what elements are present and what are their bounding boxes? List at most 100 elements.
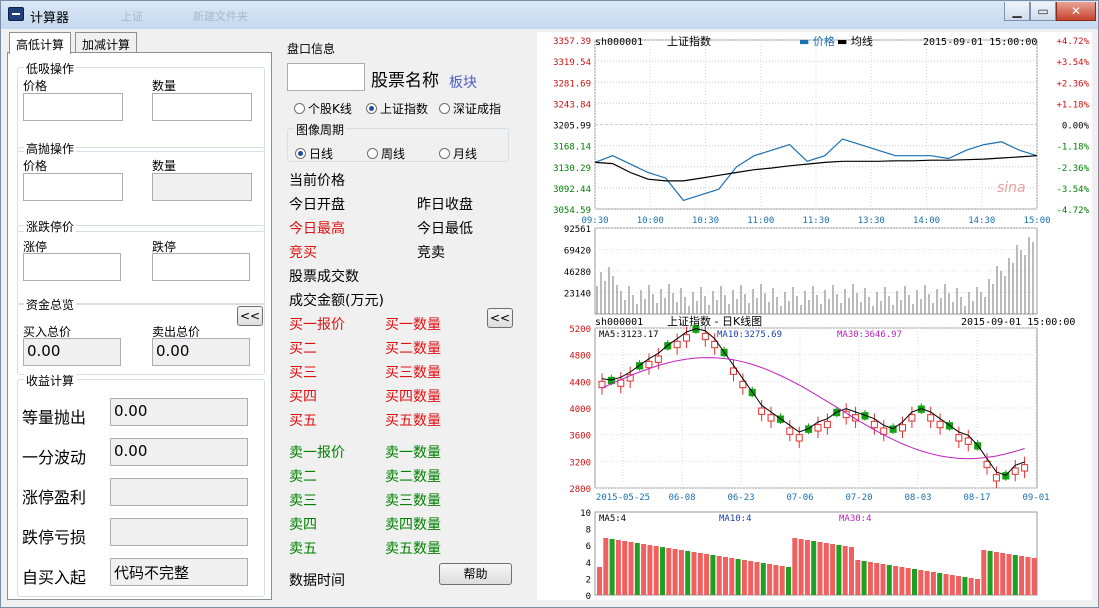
- stock-code-input[interactable]: [287, 63, 365, 91]
- candle: [795, 434, 803, 442]
- since-buy-label: 自买入起: [22, 568, 87, 587]
- tab-add-subtract[interactable]: 加减计算: [75, 32, 138, 53]
- ma-volume-bar: [849, 547, 854, 595]
- y-tick-label: 3205.99: [553, 122, 591, 132]
- kline-x-tick: 08-03: [904, 493, 931, 503]
- legend-price: ▬ 价格: [799, 34, 835, 48]
- ma-volume-bar: [823, 543, 829, 595]
- sell-price-label: 卖一报价: [289, 445, 345, 461]
- pct-tick-label: -4.72%: [1056, 206, 1089, 216]
- limit-down-field: [152, 253, 250, 281]
- ma-volume-bar: [603, 538, 609, 595]
- quote-panel: 盘口信息 股票名称 板块 个股K线 上证指数 深证成指 图像周期 日线 周线 月…: [279, 32, 531, 600]
- ma-volume-bar: [754, 562, 760, 595]
- ma-volume-tick: 8: [586, 526, 591, 536]
- ma-volume-bar: [905, 568, 911, 595]
- radio-stock-kline[interactable]: 个股K线: [294, 100, 352, 117]
- candle: [1011, 467, 1019, 475]
- kline-x-tick: 07-20: [845, 493, 872, 503]
- funds-group: 资金总览 << 买入总价 卖出总价 0.00 0.00: [17, 296, 265, 375]
- quote-collapse-button[interactable]: <<: [487, 308, 513, 328]
- stock-charts: 3357.39 +4.72% 3319.54 +3.54% 3281.69 +2.36% 3…: [553, 34, 1090, 600]
- buy-price-label: 买二: [289, 341, 317, 357]
- x-tick-label: 11:00: [747, 216, 774, 226]
- buy-price-label: 买五: [289, 413, 317, 429]
- maximize-button[interactable]: ▭: [1030, 2, 1056, 21]
- funds-collapse-button[interactable]: <<: [237, 306, 263, 326]
- ma-volume-bar: [1025, 557, 1031, 595]
- pct-tick-label: +2.36%: [1056, 79, 1089, 89]
- low-price-input[interactable]: [23, 93, 123, 121]
- ma-volume-tick: 0: [586, 592, 591, 600]
- sina-watermark: sina: [997, 180, 1026, 196]
- x-tick-label: 10:30: [692, 216, 719, 226]
- ma-volume-bar: [987, 551, 993, 595]
- kline-datetime: 2015-09-01 15:00:00: [961, 317, 1075, 328]
- high-sell-title: 高抛操作: [24, 140, 77, 157]
- prev-close-label: 昨日收盘: [417, 197, 473, 213]
- left-panel: 高低计算 加减计算 低吸操作 价格 数量 高抛操作 价格 数量 涨跌停价 涨停 …: [7, 32, 272, 600]
- buy-qty-label: 买四数量: [385, 389, 441, 405]
- x-tick-label: 13:30: [858, 216, 885, 226]
- tab-content: 低吸操作 价格 数量 高抛操作 价格 数量 涨跌停价 涨停 跌停 资金总览 <<…: [7, 52, 272, 600]
- low-qty-label: 数量: [152, 79, 177, 93]
- cent-move-label: 一分波动: [22, 448, 87, 467]
- ma-volume-bar: [968, 578, 974, 595]
- ma-volume-bar: [912, 569, 917, 595]
- since-buy-field: 代码不完整: [110, 558, 248, 586]
- ma-volume-bar: [811, 541, 817, 595]
- y-tick-label: 3092.44: [553, 185, 591, 195]
- sell-price-label: 卖五: [289, 541, 317, 557]
- radio-weekly[interactable]: 周线: [367, 145, 405, 162]
- ma-volume-bar: [1012, 555, 1018, 595]
- buy-price-label: 买四: [289, 389, 317, 405]
- candle: [964, 437, 972, 445]
- candle: [673, 340, 681, 349]
- minimize-button[interactable]: ▁: [1004, 2, 1030, 21]
- kline-code: sh000001: [595, 317, 643, 328]
- ma-volume-bar: [697, 553, 703, 595]
- limit-down-loss-field: [110, 518, 248, 546]
- volume-tick-label: 46280: [564, 268, 591, 278]
- radio-sz-index[interactable]: 深证成指: [439, 100, 501, 117]
- chart-code: sh000001: [595, 37, 643, 48]
- ma-volume-bar: [975, 579, 980, 595]
- radio-sh-index[interactable]: 上证指数: [366, 100, 428, 117]
- limit-up-field: [23, 253, 121, 281]
- kline-tick-label: 4800: [569, 352, 591, 362]
- kline-title: 上证指数 - 日K线图: [667, 314, 762, 328]
- help-button[interactable]: 帮助: [439, 563, 512, 585]
- high-price-input[interactable]: [23, 173, 123, 201]
- ma-volume-bar: [760, 563, 766, 595]
- window-title: 计算器: [30, 11, 70, 26]
- tab-high-low[interactable]: 高低计算: [9, 32, 72, 54]
- limit-up-profit-label: 涨停盈利: [22, 488, 87, 507]
- equal-sell-field: 0.00: [110, 398, 248, 426]
- radio-daily[interactable]: 日线: [295, 145, 333, 162]
- kline-x-tick: 09-01: [1022, 493, 1049, 503]
- ma-volume-bar: [767, 564, 773, 595]
- kline-tick-label: 2800: [569, 485, 591, 495]
- title-bar[interactable]: 计算器 上证 新建文件夹 ▁ ▭ ✕: [1, 1, 1098, 29]
- ma-volume-bar: [704, 554, 710, 595]
- candle: [899, 424, 907, 432]
- ma-volume-bar: [874, 563, 880, 595]
- ma5-vol-label: MA5:4: [599, 514, 626, 524]
- ma-volume-bar: [710, 555, 716, 595]
- y-tick-label: 3168.14: [553, 143, 591, 153]
- profit-title: 收益计算: [24, 372, 77, 389]
- x-tick-label: 15:00: [1023, 216, 1050, 226]
- ma-volume-bar: [615, 540, 621, 595]
- funds-title: 资金总览: [24, 296, 77, 313]
- close-button[interactable]: ✕: [1056, 2, 1096, 21]
- kline-x-tick: 2015-05-25: [596, 493, 650, 503]
- ma-volume-bar: [817, 542, 823, 595]
- radio-monthly[interactable]: 月线: [439, 145, 477, 162]
- sell-price-label: 卖三: [289, 493, 317, 509]
- sell-qty-label: 卖二数量: [385, 469, 441, 485]
- ma-volume-bar: [861, 561, 867, 595]
- pct-tick-label: -1.18%: [1056, 143, 1089, 153]
- low-qty-input[interactable]: [152, 93, 252, 121]
- ma-volume-bar: [678, 550, 684, 595]
- pct-tick-label: +4.72%: [1056, 37, 1089, 47]
